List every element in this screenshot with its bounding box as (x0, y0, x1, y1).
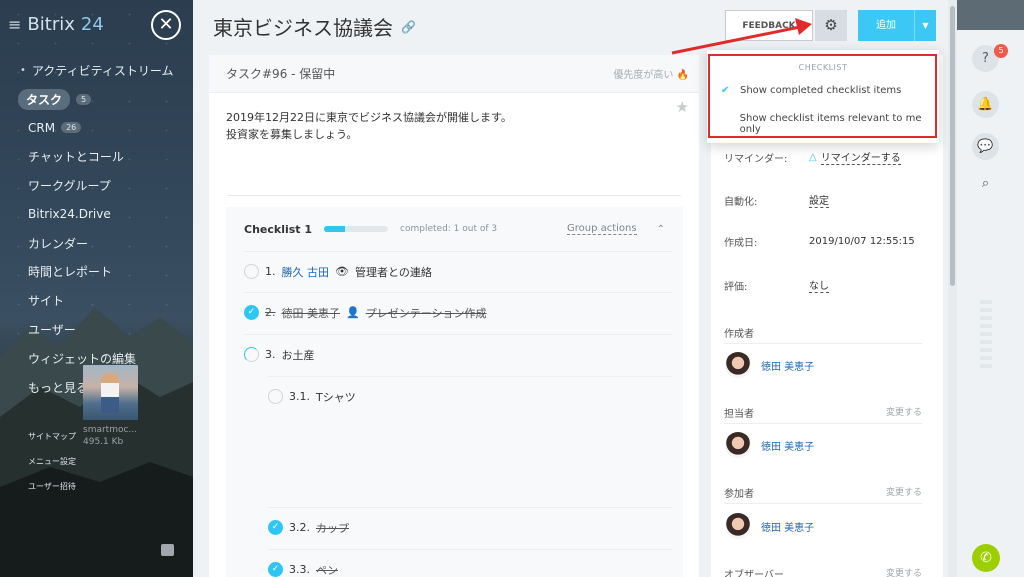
search-icon[interactable]: ⌕ (972, 170, 999, 197)
bell-icon[interactable]: 🔔 (972, 91, 999, 118)
chat-icon[interactable]: 💬 (972, 133, 999, 160)
right-toolbar (957, 0, 1024, 577)
scrollbar[interactable] (948, 0, 957, 577)
phone-icon[interactable]: ✆ (972, 544, 1000, 572)
vertical-label (980, 300, 992, 370)
annotation-arrow (671, 18, 812, 55)
help-badge: 5 (994, 44, 1008, 58)
